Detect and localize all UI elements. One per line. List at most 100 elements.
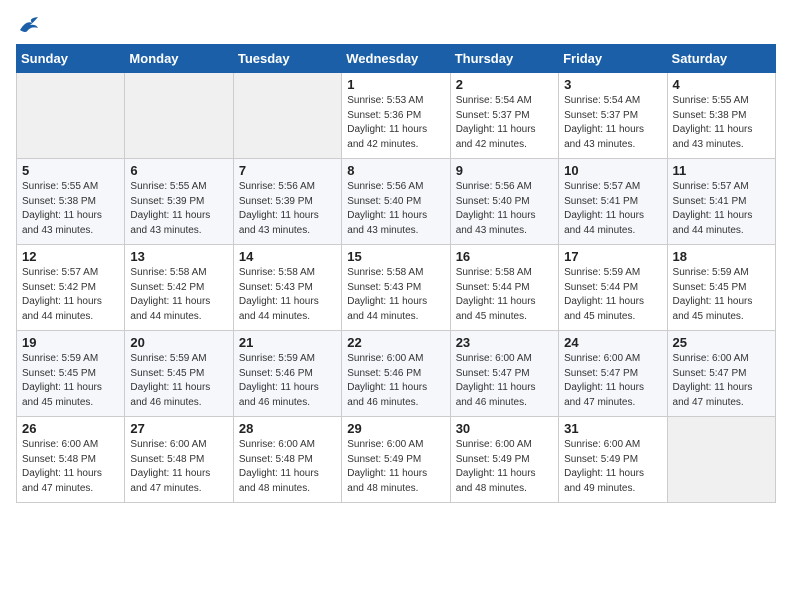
calendar-cell: 30 Sunrise: 6:00 AMSunset: 5:49 PMDayligh… <box>450 417 558 503</box>
calendar-cell: 25 Sunrise: 6:00 AMSunset: 5:47 PMDayligh… <box>667 331 775 417</box>
calendar-cell: 17Sunrise: 5:59 AMSunset: 5:44 PMDayligh… <box>559 245 667 331</box>
day-info: Sunrise: 5:57 AMSunset: 5:42 PMDaylight:… <box>22 266 119 324</box>
week-row-3: 12 Sunrise: 5:57 AMSunset: 5:42 PMDayligh… <box>17 245 776 331</box>
calendar-cell <box>17 73 125 159</box>
calendar-cell <box>667 417 775 503</box>
day-info: Sunrise: 6:00 AMSunset: 5:49 PMDaylight:… <box>347 438 444 496</box>
calendar-cell: 29Sunrise: 6:00 AMSunset: 5:49 PMDayligh… <box>342 417 450 503</box>
calendar-cell: 4 Sunrise: 5:55 AMSunset: 5:38 PMDaylight… <box>667 73 775 159</box>
day-info: Sunrise: 5:59 AMSunset: 5:45 PMDaylight:… <box>673 266 770 324</box>
day-info: Sunrise: 6:00 AMSunset: 5:47 PMDaylight:… <box>456 352 553 410</box>
day-info: Sunrise: 5:58 AMSunset: 5:42 PMDaylight:… <box>130 266 227 324</box>
calendar-cell: 21 Sunrise: 5:59 AMSunset: 5:46 PMDayligh… <box>233 331 341 417</box>
calendar-cell: 8 Sunrise: 5:56 AMSunset: 5:40 PMDaylight… <box>342 159 450 245</box>
calendar-cell: 1 Sunrise: 5:53 AMSunset: 5:36 PMDaylight… <box>342 73 450 159</box>
day-number: 3 <box>564 77 661 92</box>
day-number: 9 <box>456 163 553 178</box>
calendar-cell: 27 Sunrise: 6:00 AMSunset: 5:48 PMDayligh… <box>125 417 233 503</box>
day-number: 2 <box>456 77 553 92</box>
calendar-cell: 15Sunrise: 5:58 AMSunset: 5:43 PMDayligh… <box>342 245 450 331</box>
calendar-cell: 19 Sunrise: 5:59 AMSunset: 5:45 PMDayligh… <box>17 331 125 417</box>
day-header-friday: Friday <box>559 45 667 73</box>
day-header-thursday: Thursday <box>450 45 558 73</box>
calendar-cell: 22 Sunrise: 6:00 AMSunset: 5:46 PMDayligh… <box>342 331 450 417</box>
day-info: Sunrise: 6:00 AMSunset: 5:49 PMDaylight:… <box>564 438 661 496</box>
day-info: Sunrise: 6:00 AMSunset: 5:46 PMDaylight:… <box>347 352 444 410</box>
day-header-monday: Monday <box>125 45 233 73</box>
calendar-cell: 11 Sunrise: 5:57 AMSunset: 5:41 PMDayligh… <box>667 159 775 245</box>
day-info: Sunrise: 6:00 AMSunset: 5:47 PMDaylight:… <box>564 352 661 410</box>
day-info: Sunrise: 5:56 AMSunset: 5:39 PMDaylight:… <box>239 180 336 238</box>
day-number: 17 <box>564 249 661 264</box>
day-number: 8 <box>347 163 444 178</box>
day-info: Sunrise: 6:00 AMSunset: 5:48 PMDaylight:… <box>22 438 119 496</box>
day-number: 18 <box>673 249 770 264</box>
day-number: 12 <box>22 249 119 264</box>
day-number: 26 <box>22 421 119 436</box>
day-info: Sunrise: 6:00 AMSunset: 5:48 PMDaylight:… <box>239 438 336 496</box>
day-number: 15 <box>347 249 444 264</box>
calendar-cell: 28 Sunrise: 6:00 AMSunset: 5:48 PMDayligh… <box>233 417 341 503</box>
page-header <box>16 16 776 34</box>
day-number: 5 <box>22 163 119 178</box>
day-number: 11 <box>673 163 770 178</box>
day-info: Sunrise: 5:57 AMSunset: 5:41 PMDaylight:… <box>673 180 770 238</box>
calendar-cell: 7 Sunrise: 5:56 AMSunset: 5:39 PMDaylight… <box>233 159 341 245</box>
calendar-cell: 24 Sunrise: 6:00 AMSunset: 5:47 PMDayligh… <box>559 331 667 417</box>
day-info: Sunrise: 5:57 AMSunset: 5:41 PMDaylight:… <box>564 180 661 238</box>
day-info: Sunrise: 5:59 AMSunset: 5:45 PMDaylight:… <box>130 352 227 410</box>
calendar-cell: 26 Sunrise: 6:00 AMSunset: 5:48 PMDayligh… <box>17 417 125 503</box>
calendar-cell: 13 Sunrise: 5:58 AMSunset: 5:42 PMDayligh… <box>125 245 233 331</box>
day-info: Sunrise: 5:58 AMSunset: 5:43 PMDaylight:… <box>239 266 336 324</box>
calendar-cell: 2 Sunrise: 5:54 AMSunset: 5:37 PMDaylight… <box>450 73 558 159</box>
day-number: 28 <box>239 421 336 436</box>
day-number: 22 <box>347 335 444 350</box>
calendar-cell: 5Sunrise: 5:55 AMSunset: 5:38 PMDaylight… <box>17 159 125 245</box>
logo <box>16 16 42 34</box>
day-number: 20 <box>130 335 227 350</box>
calendar-cell: 23 Sunrise: 6:00 AMSunset: 5:47 PMDayligh… <box>450 331 558 417</box>
day-header-saturday: Saturday <box>667 45 775 73</box>
day-number: 13 <box>130 249 227 264</box>
day-number: 4 <box>673 77 770 92</box>
week-row-1: 1 Sunrise: 5:53 AMSunset: 5:36 PMDaylight… <box>17 73 776 159</box>
day-number: 24 <box>564 335 661 350</box>
day-info: Sunrise: 5:59 AMSunset: 5:45 PMDaylight:… <box>22 352 119 410</box>
day-number: 25 <box>673 335 770 350</box>
calendar-cell: 14 Sunrise: 5:58 AMSunset: 5:43 PMDayligh… <box>233 245 341 331</box>
week-row-2: 5Sunrise: 5:55 AMSunset: 5:38 PMDaylight… <box>17 159 776 245</box>
day-number: 7 <box>239 163 336 178</box>
week-row-5: 26 Sunrise: 6:00 AMSunset: 5:48 PMDayligh… <box>17 417 776 503</box>
day-info: Sunrise: 5:53 AMSunset: 5:36 PMDaylight:… <box>347 94 444 152</box>
day-number: 19 <box>22 335 119 350</box>
day-number: 21 <box>239 335 336 350</box>
day-info: Sunrise: 6:00 AMSunset: 5:47 PMDaylight:… <box>673 352 770 410</box>
calendar-cell: 18 Sunrise: 5:59 AMSunset: 5:45 PMDayligh… <box>667 245 775 331</box>
day-number: 27 <box>130 421 227 436</box>
day-header-wednesday: Wednesday <box>342 45 450 73</box>
day-info: Sunrise: 5:54 AMSunset: 5:37 PMDaylight:… <box>456 94 553 152</box>
day-info: Sunrise: 5:55 AMSunset: 5:38 PMDaylight:… <box>673 94 770 152</box>
day-number: 23 <box>456 335 553 350</box>
week-row-4: 19 Sunrise: 5:59 AMSunset: 5:45 PMDayligh… <box>17 331 776 417</box>
day-info: Sunrise: 5:56 AMSunset: 5:40 PMDaylight:… <box>456 180 553 238</box>
day-header-sunday: Sunday <box>17 45 125 73</box>
day-info: Sunrise: 5:56 AMSunset: 5:40 PMDaylight:… <box>347 180 444 238</box>
calendar-cell: 20 Sunrise: 5:59 AMSunset: 5:45 PMDayligh… <box>125 331 233 417</box>
calendar-table: SundayMondayTuesdayWednesdayThursdayFrid… <box>16 44 776 503</box>
day-number: 1 <box>347 77 444 92</box>
day-number: 30 <box>456 421 553 436</box>
day-info: Sunrise: 5:58 AMSunset: 5:44 PMDaylight:… <box>456 266 553 324</box>
day-info: Sunrise: 5:54 AMSunset: 5:37 PMDaylight:… <box>564 94 661 152</box>
calendar-cell: 12 Sunrise: 5:57 AMSunset: 5:42 PMDayligh… <box>17 245 125 331</box>
calendar-header-row: SundayMondayTuesdayWednesdayThursdayFrid… <box>17 45 776 73</box>
day-info: Sunrise: 6:00 AMSunset: 5:48 PMDaylight:… <box>130 438 227 496</box>
day-number: 6 <box>130 163 227 178</box>
day-number: 14 <box>239 249 336 264</box>
calendar-cell: 10Sunrise: 5:57 AMSunset: 5:41 PMDayligh… <box>559 159 667 245</box>
day-info: Sunrise: 5:55 AMSunset: 5:39 PMDaylight:… <box>130 180 227 238</box>
day-info: Sunrise: 6:00 AMSunset: 5:49 PMDaylight:… <box>456 438 553 496</box>
day-info: Sunrise: 5:59 AMSunset: 5:46 PMDaylight:… <box>239 352 336 410</box>
day-number: 31 <box>564 421 661 436</box>
calendar-cell <box>233 73 341 159</box>
